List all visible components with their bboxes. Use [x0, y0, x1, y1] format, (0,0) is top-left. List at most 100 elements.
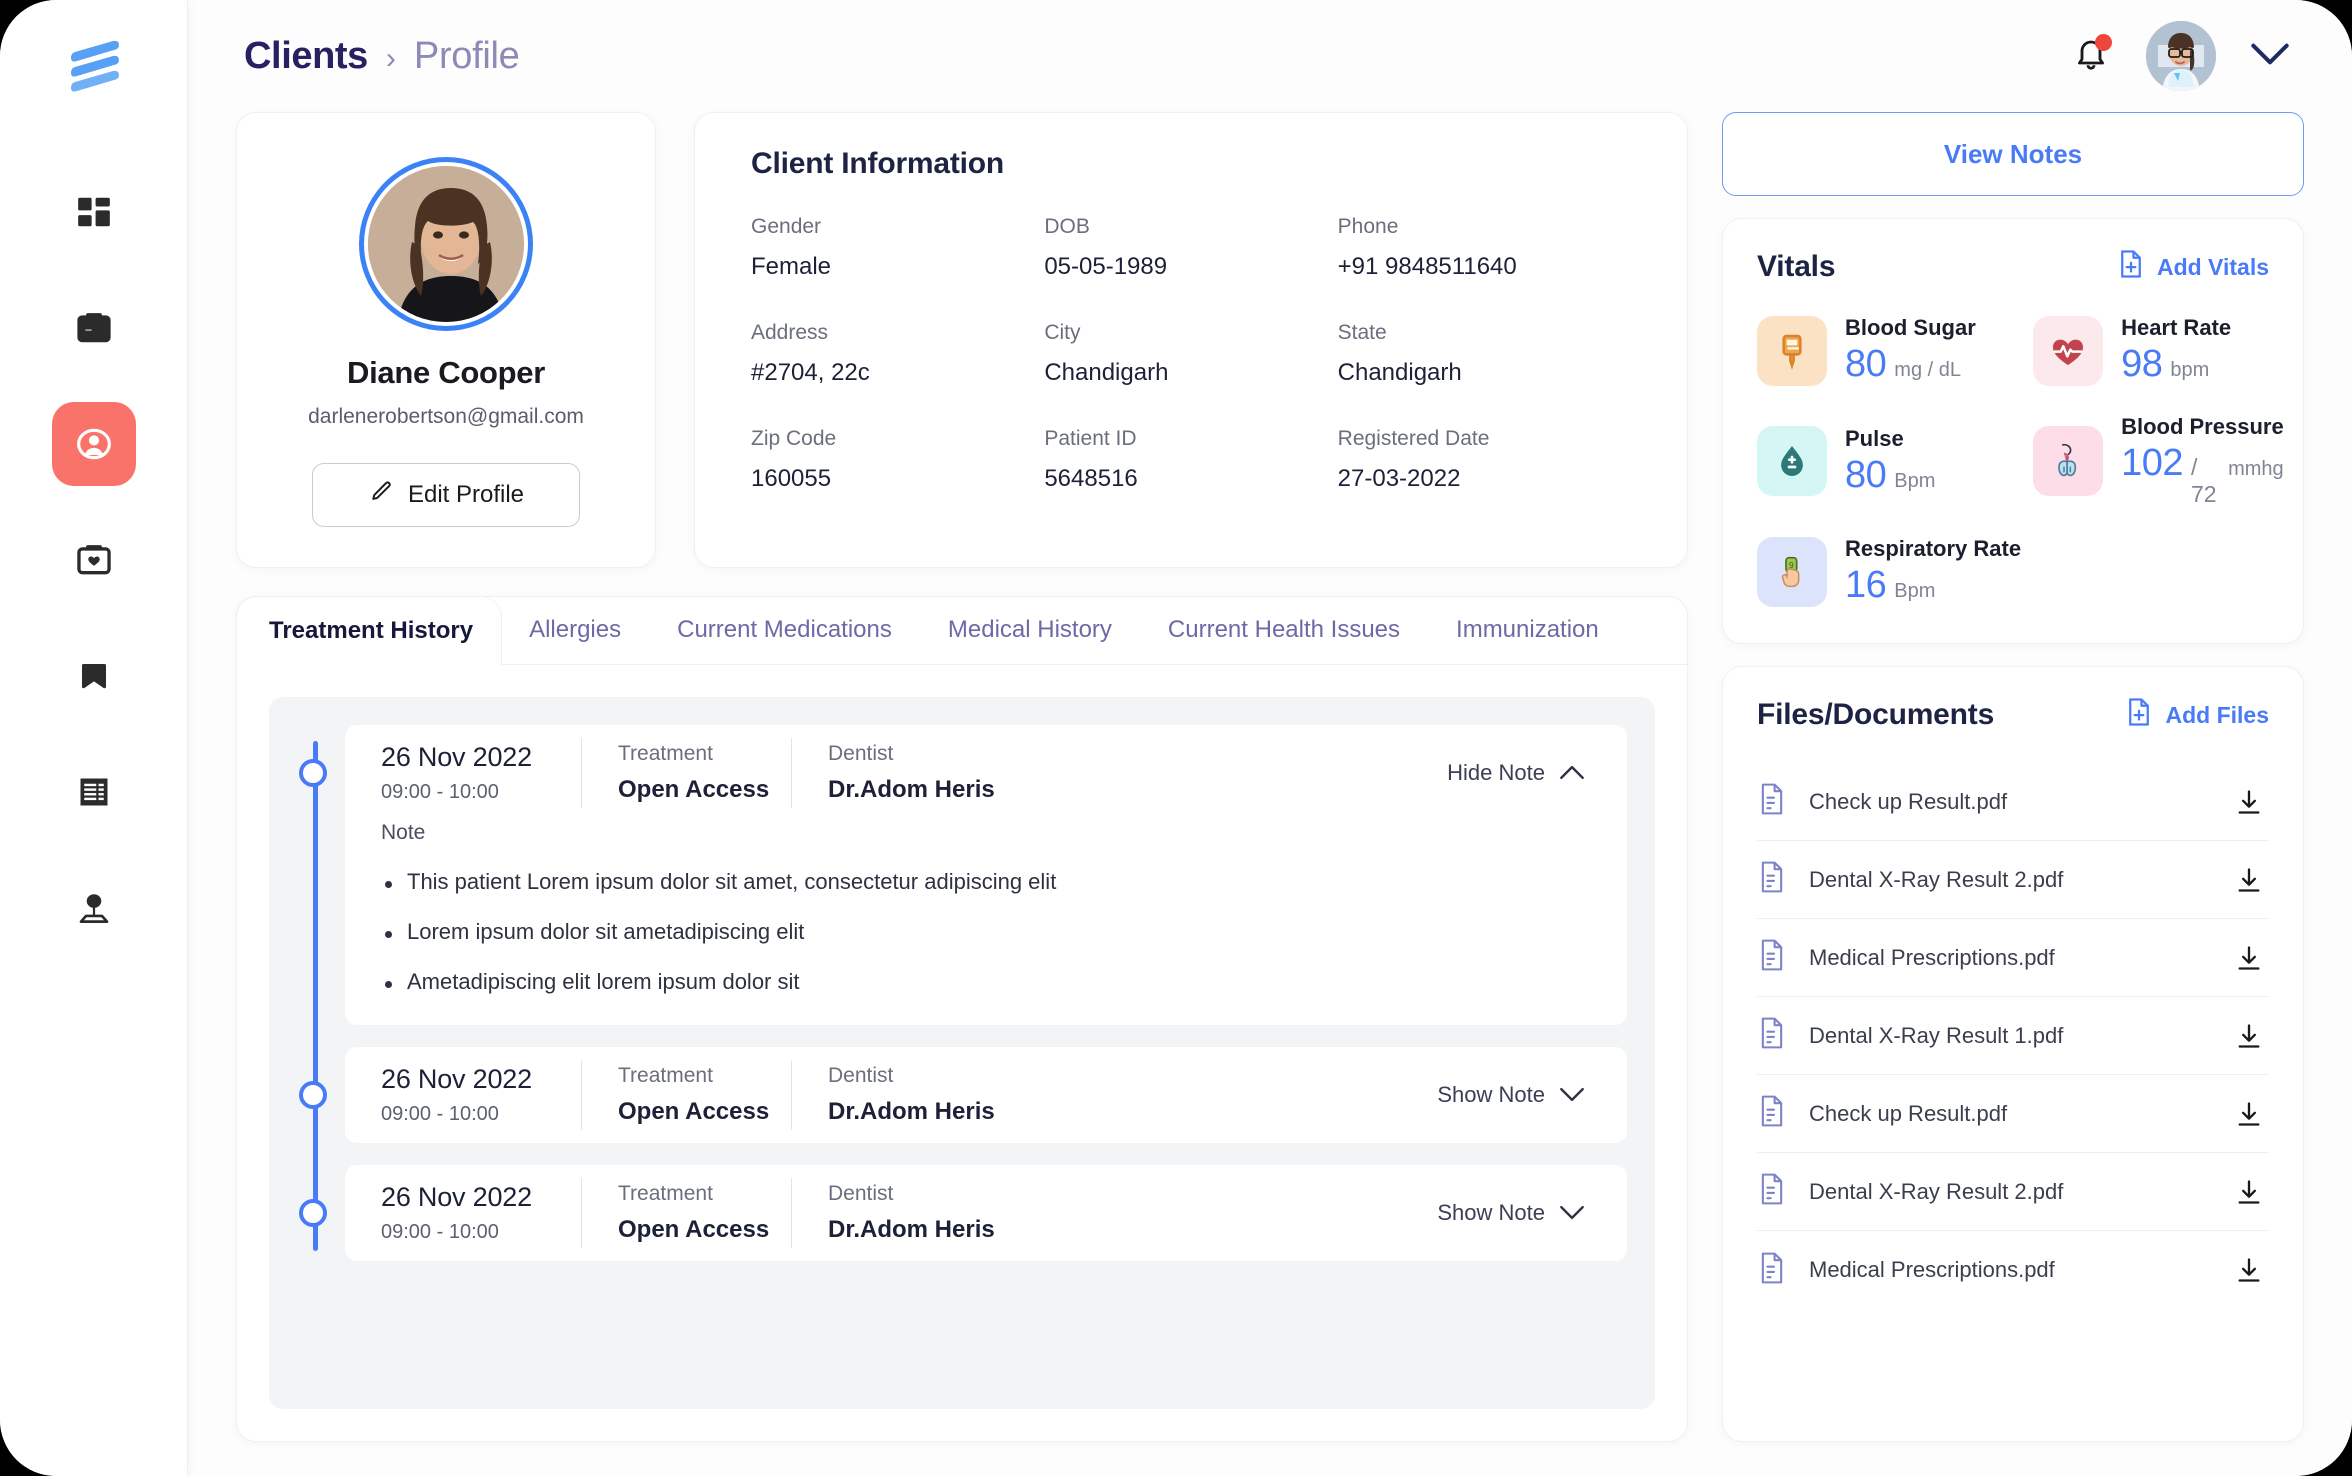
treatment-entry-card: 26 Nov 2022 09:00 - 10:00 Treatment Open…: [345, 1165, 1627, 1261]
lungs-icon: [2033, 426, 2104, 496]
file-row[interactable]: Check up Result.pdf: [1757, 763, 2269, 841]
timeline-entry: 26 Nov 2022 09:00 - 10:00 Treatment Open…: [299, 1047, 1627, 1143]
vital-measure: 80 Bpm: [1845, 454, 1935, 497]
hide-note-button[interactable]: Hide Note: [1447, 760, 1591, 786]
info-field: DOB 05-05-1989: [1044, 215, 1337, 281]
add-vitals-button[interactable]: Add Vitals: [2117, 249, 2269, 285]
sidebar-item-bookmarks[interactable]: [52, 634, 136, 718]
download-icon[interactable]: [2235, 1022, 2269, 1050]
vital-respiratory-rate: 9 Respiratory Rate 16 Bpm: [1757, 536, 2021, 607]
treatment-value: Open Access: [618, 1216, 770, 1243]
pdf-file-icon: [1757, 1251, 1787, 1290]
info-value: 5648516: [1044, 465, 1138, 492]
vitals-title: Vitals: [1757, 250, 1836, 283]
view-notes-button[interactable]: View Notes: [1722, 112, 2304, 196]
tab-immunization[interactable]: Immunization: [1428, 596, 1627, 664]
dentist-label: Dentist: [828, 1182, 894, 1205]
info-field: Zip Code 160055: [751, 427, 1044, 493]
vital-unit: bpm: [2170, 359, 2210, 381]
files-documents-card: Files/Documents Add Files Check up Resul…: [1722, 666, 2304, 1442]
vitals-card: Vitals Add Vitals Blood Sugar 80 mg / dL…: [1722, 218, 2304, 644]
note-list: This patient Lorem ipsum dolor sit amet,…: [381, 869, 1591, 995]
notifications-button[interactable]: [2070, 33, 2112, 79]
add-files-label: Add Files: [2165, 701, 2269, 728]
profile-card: Diane Cooper darlenerobertson@gmail.com …: [236, 112, 656, 568]
app-logo[interactable]: [57, 28, 131, 102]
user-menu-chevron-down-icon[interactable]: [2250, 42, 2290, 71]
file-row[interactable]: Dental X-Ray Result 1.pdf: [1757, 997, 2269, 1075]
add-files-button[interactable]: Add Files: [2125, 697, 2269, 733]
tab-allergies[interactable]: Allergies: [501, 596, 649, 664]
info-label: Gender: [751, 215, 822, 238]
info-field: Address #2704, 22c: [751, 321, 1044, 387]
file-name: Medical Prescriptions.pdf: [1809, 944, 2055, 970]
tab-current-health-issues[interactable]: Current Health Issues: [1140, 596, 1428, 664]
download-icon[interactable]: [2235, 1256, 2269, 1284]
sidebar-item-dashboard[interactable]: [52, 170, 136, 254]
hide-note-label: Hide Note: [1447, 760, 1545, 785]
treatment-time: 09:00 - 10:00: [381, 1103, 499, 1125]
tab-treatment-history[interactable]: Treatment History: [237, 597, 502, 665]
treatment-label: Treatment: [618, 742, 713, 765]
note-item: Ametadipiscing elit lorem ipsum dolor si…: [381, 969, 1591, 995]
client-name: Diane Cooper: [347, 355, 545, 390]
file-row[interactable]: Medical Prescriptions.pdf: [1757, 1231, 2269, 1309]
sidebar-item-clients[interactable]: [51, 402, 136, 486]
treatment-value: Open Access: [618, 1098, 770, 1125]
sidebar-item-appointments[interactable]: [52, 286, 136, 370]
lamp-icon: [75, 889, 113, 927]
download-icon[interactable]: [2235, 1178, 2269, 1206]
pdf-file-icon: [1757, 1016, 1787, 1055]
show-note-button[interactable]: Show Note: [1437, 1200, 1591, 1226]
calendar-heart-icon: [75, 541, 113, 579]
pdf-file-icon: [1757, 1094, 1787, 1133]
sidebar-item-billing[interactable]: [52, 750, 136, 834]
pdf-file-icon: [1757, 782, 1787, 821]
chevron-down-icon: [1559, 1082, 1585, 1108]
vital-name: Blood Sugar: [1845, 315, 1976, 340]
timeline-line: [313, 741, 318, 1251]
download-icon[interactable]: [2235, 944, 2269, 972]
tab-medical-history[interactable]: Medical History: [920, 596, 1140, 664]
user-avatar[interactable]: [2146, 21, 2216, 91]
breadcrumb-root[interactable]: Clients: [244, 35, 368, 78]
file-row[interactable]: Dental X-Ray Result 2.pdf: [1757, 1153, 2269, 1231]
download-icon[interactable]: [2235, 1100, 2269, 1128]
info-field: Patient ID 5648516: [1044, 427, 1337, 493]
file-name: Dental X-Ray Result 2.pdf: [1809, 866, 2064, 892]
vitals-header: Vitals Add Vitals: [1757, 249, 2269, 285]
files-header: Files/Documents Add Files: [1757, 697, 2269, 733]
file-row[interactable]: Check up Result.pdf: [1757, 1075, 2269, 1153]
vital-measure: 102 / 72 mmhg: [2121, 442, 2284, 508]
download-icon[interactable]: [2235, 788, 2269, 816]
treatment-entry-card: 26 Nov 2022 09:00 - 10:00 Treatment Open…: [345, 725, 1627, 1025]
sidebar-item-settings[interactable]: [52, 866, 136, 950]
vital-text: Heart Rate 98 bpm: [2121, 315, 2231, 386]
treatment-date-block: 26 Nov 2022 09:00 - 10:00: [381, 742, 581, 804]
treatment-label: Treatment: [618, 1182, 713, 1205]
treatment-date: 26 Nov 2022: [381, 1182, 532, 1212]
note-label: Note: [381, 821, 426, 844]
edit-profile-button[interactable]: Edit Profile: [312, 463, 580, 527]
treatment-time: 09:00 - 10:00: [381, 781, 499, 803]
treatment-entry-header: 26 Nov 2022 09:00 - 10:00 Treatment Open…: [381, 725, 1591, 821]
timeline-entry: 26 Nov 2022 09:00 - 10:00 Treatment Open…: [299, 1165, 1627, 1261]
sidebar-item-treatments[interactable]: [52, 518, 136, 602]
show-note-button[interactable]: Show Note: [1437, 1082, 1591, 1108]
topbar: Clients › Profile: [236, 0, 2304, 112]
vital-text: Respiratory Rate 16 Bpm: [1845, 536, 2021, 607]
file-row[interactable]: Dental X-Ray Result 2.pdf: [1757, 841, 2269, 919]
tab-panel-treatment-history: 26 Nov 2022 09:00 - 10:00 Treatment Open…: [237, 665, 1687, 1441]
tab-current-medications[interactable]: Current Medications: [649, 596, 920, 664]
breadcrumb-current: Profile: [413, 34, 520, 77]
file-list: Check up Result.pdf Dental X-Ray Result …: [1757, 763, 2269, 1309]
file-row[interactable]: Medical Prescriptions.pdf: [1757, 919, 2269, 997]
invoice-icon: [76, 774, 112, 810]
dentist-label: Dentist: [828, 742, 894, 765]
treatment-time: 09:00 - 10:00: [381, 1221, 499, 1243]
breadcrumb-separator-icon: ›: [385, 41, 396, 75]
pdf-file-icon: [1757, 938, 1787, 977]
treatment-value: Open Access: [618, 776, 770, 803]
info-value: 05-05-1989: [1044, 253, 1168, 280]
download-icon[interactable]: [2235, 866, 2269, 894]
